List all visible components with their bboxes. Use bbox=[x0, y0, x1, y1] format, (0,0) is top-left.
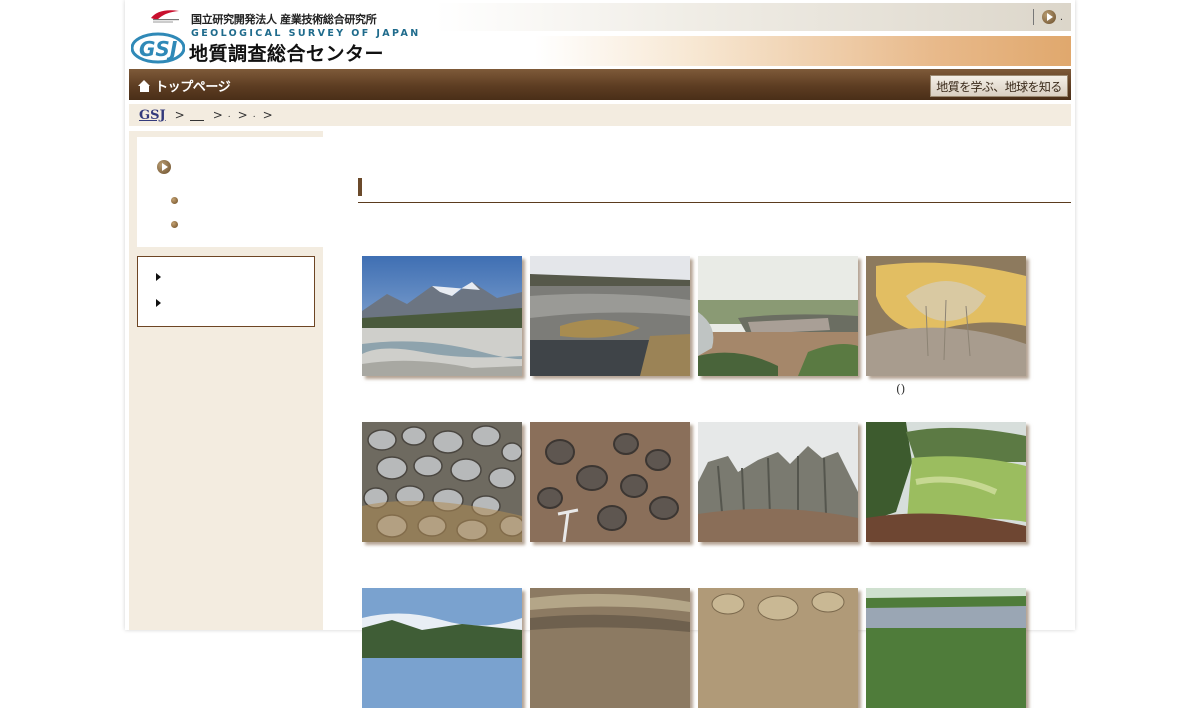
sidebar-sub-item-bullet-icon[interactable] bbox=[171, 221, 178, 228]
breadcrumb-separator: > bbox=[212, 108, 223, 122]
content-heading bbox=[358, 176, 1071, 203]
gallery-caption: () bbox=[896, 382, 906, 396]
gallery-photo-river-mouth[interactable] bbox=[530, 256, 690, 376]
circle-arrow-icon bbox=[1041, 10, 1056, 24]
gsj-english-name: GEOLOGICAL SURVEY OF JAPAN bbox=[191, 28, 421, 39]
gsj-japanese-name: 地質調査総合センター bbox=[189, 43, 385, 65]
breadcrumb-separator: > bbox=[174, 108, 185, 122]
breadcrumb: GSJ > > . > . > bbox=[129, 104, 1071, 126]
sidebar-link-arrow-icon[interactable] bbox=[156, 299, 161, 307]
breadcrumb-item[interactable]: . bbox=[253, 110, 256, 120]
gallery-photo-town-view[interactable] bbox=[698, 256, 858, 376]
nav-learn-button[interactable]: 地質を学ぶ、地球を知る bbox=[930, 75, 1068, 97]
sidebar-sub-item-bullet-icon[interactable] bbox=[171, 197, 178, 204]
gallery-photo-pond[interactable] bbox=[866, 588, 1026, 708]
gallery-photo-fossils[interactable] bbox=[530, 422, 690, 542]
header-banner bbox=[535, 36, 1071, 66]
sidebar-link-arrow-icon[interactable] bbox=[156, 273, 161, 281]
top-link-text: . bbox=[1059, 11, 1063, 23]
aist-logo-icon bbox=[151, 10, 179, 23]
svg-text:GSJ: GSJ bbox=[139, 37, 178, 61]
breadcrumb-separator: > bbox=[237, 108, 248, 122]
breadcrumb-item[interactable] bbox=[189, 110, 204, 121]
sidebar-menu bbox=[137, 137, 323, 247]
org-name: 国立研究開発法人 産業技術総合研究所 bbox=[191, 13, 377, 26]
header: 国立研究開発法人 産業技術総合研究所 GSJ GEOLOGICAL SURVEY… bbox=[125, 0, 1075, 68]
gallery-photo-mudflow[interactable] bbox=[866, 256, 1026, 376]
home-icon bbox=[138, 79, 151, 92]
top-utility-bar: . bbox=[435, 3, 1071, 31]
main-nav: トップページ 地質を学ぶ、地球を知る bbox=[129, 69, 1071, 100]
breadcrumb-item[interactable]: . bbox=[228, 110, 231, 120]
nav-home-label: トップページ bbox=[155, 80, 231, 95]
sidebar-main-item-icon[interactable] bbox=[157, 160, 171, 174]
heading-marker bbox=[358, 178, 362, 196]
site-logo[interactable]: 国立研究開発法人 産業技術総合研究所 GSJ GEOLOGICAL SURVEY… bbox=[131, 6, 418, 65]
top-utility-link[interactable]: . bbox=[1032, 8, 1063, 26]
gallery-photo-cliff[interactable] bbox=[698, 422, 858, 542]
gallery-photo-landslide[interactable] bbox=[866, 422, 1026, 542]
gallery-photo-rock-texture[interactable] bbox=[362, 422, 522, 542]
breadcrumb-root-link[interactable]: GSJ bbox=[139, 108, 166, 123]
separator bbox=[1032, 9, 1034, 25]
page: 国立研究開発法人 産業技術総合研究所 GSJ GEOLOGICAL SURVEY… bbox=[125, 0, 1075, 708]
nav-home-link[interactable]: トップページ bbox=[138, 76, 231, 95]
sidebar-links-box bbox=[137, 256, 315, 327]
gallery-photo-strata[interactable] bbox=[530, 588, 690, 708]
gallery-photo-mountain-river[interactable] bbox=[362, 256, 522, 376]
gallery-photo-riverbank[interactable] bbox=[362, 588, 522, 708]
gsj-logo-icon: GSJ bbox=[131, 32, 185, 64]
gallery-photo-conglomerate[interactable] bbox=[698, 588, 858, 708]
sidebar bbox=[129, 131, 323, 630]
breadcrumb-separator: > bbox=[262, 108, 273, 122]
